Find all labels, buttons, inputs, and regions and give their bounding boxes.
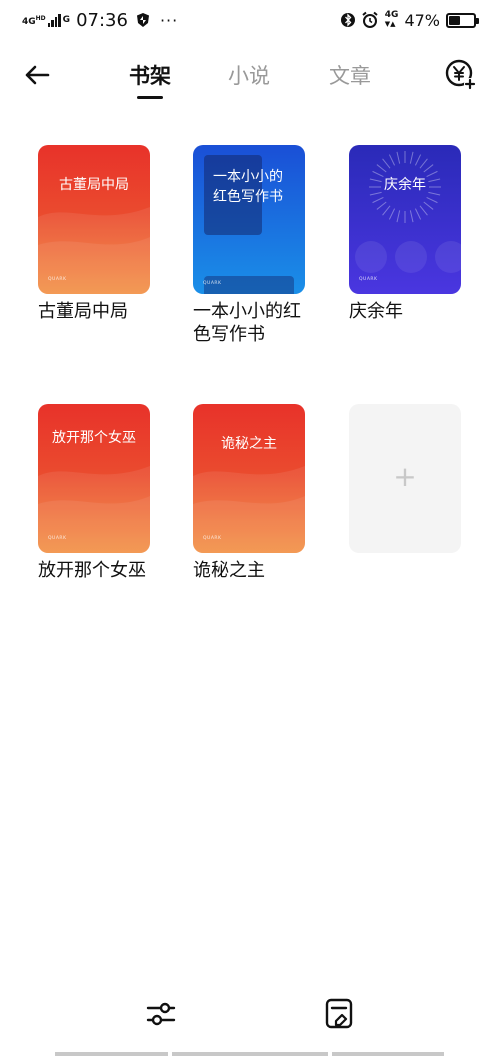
cover-wave bbox=[38, 466, 150, 553]
cover-pattern bbox=[355, 151, 461, 273]
book-item[interactable]: 庆余年 QUARK 庆余年 bbox=[349, 145, 461, 323]
alarm-icon bbox=[362, 11, 378, 28]
book-item[interactable]: 一本小小的红色写作书 QUARK 一本小小的红色写作书 bbox=[193, 145, 305, 346]
cover-brand: QUARK bbox=[48, 536, 67, 541]
sliders-settings-icon[interactable] bbox=[143, 996, 179, 1032]
top-nav: 书架 小说 文章 bbox=[0, 50, 500, 100]
edit-shelf-icon[interactable] bbox=[322, 996, 358, 1032]
book-item[interactable]: 古董局中局 QUARK 古董局中局 bbox=[38, 145, 150, 323]
sunburst-ray bbox=[396, 210, 401, 223]
sunburst-ray bbox=[419, 158, 428, 169]
more-notifications-icon: ··· bbox=[159, 10, 179, 30]
active-tab-indicator bbox=[137, 96, 163, 99]
sunburst-ray bbox=[423, 201, 434, 210]
sunburst-ray bbox=[388, 208, 396, 220]
system-nav-bar bbox=[55, 1052, 444, 1056]
sunburst-ray bbox=[414, 154, 422, 166]
book-title[interactable]: 庆余年 bbox=[349, 300, 474, 323]
cover-brand: QUARK bbox=[203, 281, 222, 286]
4g-indicator: 4G ▼▲ bbox=[384, 10, 399, 29]
sunburst-ray bbox=[372, 196, 384, 204]
book-cover[interactable]: 诡秘之主 QUARK bbox=[193, 404, 305, 553]
status-right: 4G ▼▲ 47% bbox=[340, 8, 479, 32]
sunburst-ray bbox=[382, 158, 391, 169]
cover-wave bbox=[38, 207, 150, 294]
sunburst-ray bbox=[409, 210, 414, 223]
sunburst-ray bbox=[382, 205, 391, 216]
network-sup: HD bbox=[35, 14, 46, 22]
vpn-shield-icon bbox=[136, 13, 149, 27]
book-title[interactable]: 诡秘之主 bbox=[193, 559, 318, 582]
tab-bar: 书架 小说 文章 bbox=[0, 60, 500, 100]
cover-title: 庆余年 bbox=[384, 177, 426, 193]
sunburst-ray bbox=[419, 205, 428, 216]
battery-percent: 47% bbox=[404, 10, 440, 30]
cover-title: 古董局中局 bbox=[59, 177, 129, 193]
sunburst-ray bbox=[396, 151, 401, 164]
clock: 07:36 bbox=[76, 9, 128, 31]
sunburst-ray bbox=[388, 154, 396, 166]
network-indicator: 4GHD bbox=[22, 14, 46, 27]
sunburst-ray bbox=[409, 151, 414, 164]
book-title[interactable]: 古董局中局 bbox=[38, 300, 163, 323]
cover-title: 放开那个女巫 bbox=[52, 430, 136, 446]
sunburst-ray bbox=[376, 164, 387, 173]
cover-brand: QUARK bbox=[359, 277, 378, 282]
book-cover[interactable]: 庆余年 QUARK bbox=[349, 145, 461, 294]
book-cover[interactable]: 古董局中局 QUARK bbox=[38, 145, 150, 294]
cover-wave bbox=[193, 466, 305, 553]
sunburst-ray bbox=[376, 201, 387, 210]
sunburst-ray bbox=[423, 164, 434, 173]
book-cover[interactable]: 放开那个女巫 QUARK bbox=[38, 404, 150, 553]
coin-add-icon[interactable] bbox=[444, 58, 478, 92]
tab-bookshelf[interactable]: 书架 bbox=[120, 60, 180, 90]
signal-icon bbox=[47, 13, 61, 27]
cover-title: 诡秘之主 bbox=[221, 436, 277, 452]
tab-novel[interactable]: 小说 bbox=[219, 60, 279, 90]
tab-article[interactable]: 文章 bbox=[320, 60, 380, 90]
bluetooth-icon bbox=[340, 13, 355, 27]
book-title[interactable]: 放开那个女巫 bbox=[38, 559, 163, 582]
book-title[interactable]: 一本小小的红色写作书 bbox=[193, 300, 318, 346]
battery-icon bbox=[446, 12, 479, 28]
book-item[interactable]: 诡秘之主 QUARK 诡秘之主 bbox=[193, 404, 305, 582]
sunburst-ray bbox=[426, 196, 438, 204]
4g-label: 4G bbox=[384, 10, 399, 20]
status-left: 4GHD G 07:36 ··· bbox=[22, 8, 178, 32]
cover-brand: QUARK bbox=[203, 536, 222, 541]
cover-title: 一本小小的红色写作书 bbox=[213, 169, 283, 205]
book-cover[interactable]: 一本小小的红色写作书 QUARK bbox=[193, 145, 305, 294]
cover-brand: QUARK bbox=[48, 277, 67, 282]
plus-icon: + bbox=[393, 460, 417, 493]
book-item[interactable]: 放开那个女巫 QUARK 放开那个女巫 bbox=[38, 404, 150, 582]
sunburst-ray bbox=[414, 208, 422, 220]
status-bar: 4GHD G 07:36 ··· 4G ▼▲ 47% bbox=[0, 0, 500, 40]
network-label: 4G bbox=[22, 16, 36, 27]
add-book-button[interactable]: + bbox=[349, 404, 461, 553]
network-2-label: G bbox=[62, 14, 71, 25]
